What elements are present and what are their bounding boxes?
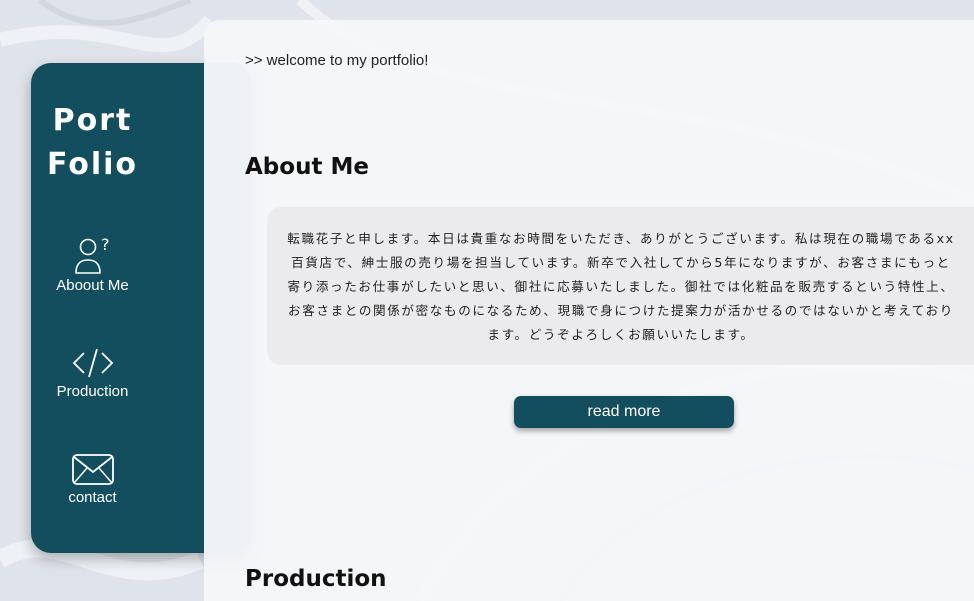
svg-text:?: ? xyxy=(101,235,110,254)
logo-line-1: Port xyxy=(52,103,133,138)
about-me-text: 転職花子と申します。本日は貴重なお時間をいただき、ありがとうございます。私は現在… xyxy=(287,231,955,342)
sidebar-item-label: Production xyxy=(56,383,129,400)
sidebar-item-contact[interactable]: contact xyxy=(31,453,154,506)
read-more-button[interactable]: read more xyxy=(514,396,734,428)
person-question-icon: ? xyxy=(74,235,110,274)
code-icon xyxy=(72,348,113,378)
production-heading: Production xyxy=(245,566,387,592)
logo-line-2: Folio xyxy=(46,147,139,182)
welcome-text: >> welcome to my portfolio! xyxy=(245,52,429,69)
about-me-heading: About Me xyxy=(245,154,369,180)
sidebar-item-production[interactable]: Production xyxy=(31,345,154,400)
envelope-icon xyxy=(71,454,114,485)
about-me-card: 転職花子と申します。本日は貴重なお時間をいただき、ありがとうございます。私は現在… xyxy=(267,207,974,365)
sidebar-item-label: Aboout Me xyxy=(56,277,129,294)
sidebar-item-label: contact xyxy=(68,489,117,506)
main-panel: >> welcome to my portfolio! About Me 転職花… xyxy=(204,20,974,601)
logo[interactable]: Port Folio xyxy=(31,99,154,187)
sidebar-item-about-me[interactable]: ? Aboout Me xyxy=(31,235,154,294)
